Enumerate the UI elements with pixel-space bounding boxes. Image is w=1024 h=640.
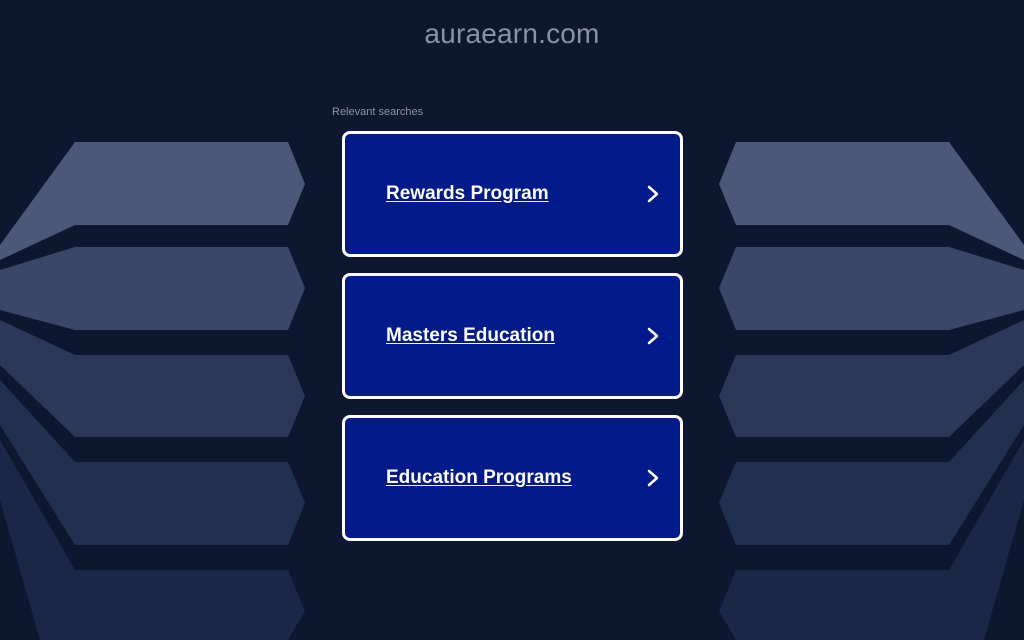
chevron-right-icon xyxy=(647,185,659,203)
domain-title: auraearn.com xyxy=(424,18,600,49)
right-stripe-1 xyxy=(719,142,1024,260)
result-link-rewards-program[interactable]: Rewards Program xyxy=(342,131,683,257)
parked-domain-page: auraearn.com Relevant searches Rewards P… xyxy=(0,0,1024,640)
chevron-right-icon xyxy=(647,327,659,345)
right-stripe-2 xyxy=(719,247,1024,330)
left-stripe-3 xyxy=(0,320,305,437)
left-stripe-1 xyxy=(0,142,305,260)
result-link-label[interactable]: Education Programs xyxy=(386,467,572,489)
right-stripe-3 xyxy=(719,320,1024,437)
result-link-masters-education[interactable]: Masters Education xyxy=(342,273,683,399)
result-link-education-programs[interactable]: Education Programs xyxy=(342,415,683,541)
chevron-right-icon xyxy=(647,469,659,487)
search-results-list: Rewards Program Masters Education Educat… xyxy=(342,131,683,557)
left-stripe-2 xyxy=(0,247,305,330)
result-link-label[interactable]: Rewards Program xyxy=(386,183,549,205)
relevant-searches-label: Relevant searches xyxy=(332,106,424,118)
result-link-label[interactable]: Masters Education xyxy=(386,325,555,347)
